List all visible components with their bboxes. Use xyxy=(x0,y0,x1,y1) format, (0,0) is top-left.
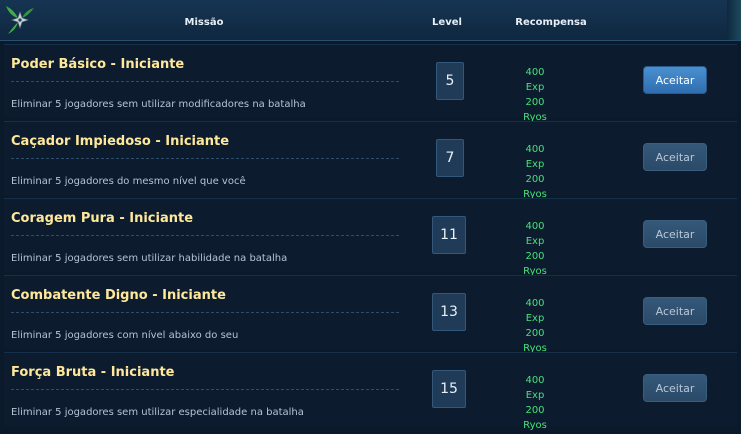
accept-button[interactable]: Aceitar xyxy=(643,220,707,248)
mission-title: Caçador Impiedoso - Iniciante xyxy=(11,134,230,149)
mission-row: Força Bruta - Iniciante Eliminar 5 jogad… xyxy=(4,352,737,431)
mission-title: Poder Básico - Iniciante xyxy=(11,57,185,72)
accept-button[interactable]: Aceitar xyxy=(643,297,707,325)
mission-description: Eliminar 5 jogadores com nível abaixo do… xyxy=(11,330,239,341)
mission-row: Caçador Impiedoso - Iniciante Eliminar 5… xyxy=(4,121,737,200)
row-divider xyxy=(11,312,399,313)
accept-button[interactable]: Aceitar xyxy=(643,374,707,402)
accept-button[interactable]: Aceitar xyxy=(643,143,707,171)
row-divider xyxy=(11,81,399,82)
mission-description: Eliminar 5 jogadores do mesmo nível que … xyxy=(11,176,246,187)
reward-exp: 400 Exp xyxy=(525,221,545,247)
column-header-reward: Recompensa xyxy=(515,17,587,28)
mission-level: 15 xyxy=(432,370,466,408)
mission-description: Eliminar 5 jogadores sem utilizar modifi… xyxy=(11,99,306,110)
reward-ryos: 200 Ryos xyxy=(523,405,547,431)
mission-title: Combatente Digno - Iniciante xyxy=(11,288,226,303)
row-divider xyxy=(11,235,399,236)
mission-row: Combatente Digno - Iniciante Eliminar 5 … xyxy=(4,275,737,354)
leaf-shuriken-icon xyxy=(6,6,34,34)
mission-title: Força Bruta - Iniciante xyxy=(11,365,175,380)
mission-reward: 400 Exp 200 Ryos xyxy=(515,65,555,125)
mission-level: 13 xyxy=(432,293,466,331)
row-divider xyxy=(11,389,399,390)
row-divider xyxy=(11,158,399,159)
mission-reward: 400 Exp 200 Ryos xyxy=(515,219,555,279)
mission-row: Poder Básico - Iniciante Eliminar 5 joga… xyxy=(4,44,737,123)
accept-button[interactable]: Aceitar xyxy=(643,66,707,94)
mission-reward: 400 Exp 200 Ryos xyxy=(515,296,555,356)
mission-level: 11 xyxy=(432,216,466,254)
column-header-level: Level xyxy=(432,17,462,28)
header-edge-decoration xyxy=(727,0,741,40)
reward-exp: 400 Exp xyxy=(525,298,545,324)
reward-exp: 400 Exp xyxy=(525,67,545,93)
reward-exp: 400 Exp xyxy=(525,144,545,170)
mission-description: Eliminar 5 jogadores sem utilizar habili… xyxy=(11,253,288,264)
mission-description: Eliminar 5 jogadores sem utilizar especi… xyxy=(11,407,304,418)
mission-table-header: Missão Level Recompensa xyxy=(0,0,741,41)
mission-row: Coragem Pura - Iniciante Eliminar 5 joga… xyxy=(4,198,737,277)
mission-title: Coragem Pura - Iniciante xyxy=(11,211,194,226)
mission-reward: 400 Exp 200 Ryos xyxy=(515,142,555,202)
reward-exp: 400 Exp xyxy=(525,375,545,401)
mission-level: 5 xyxy=(436,62,464,100)
mission-level: 7 xyxy=(436,139,464,177)
mission-reward: 400 Exp 200 Ryos xyxy=(515,373,555,433)
column-header-mission: Missão xyxy=(184,17,224,28)
